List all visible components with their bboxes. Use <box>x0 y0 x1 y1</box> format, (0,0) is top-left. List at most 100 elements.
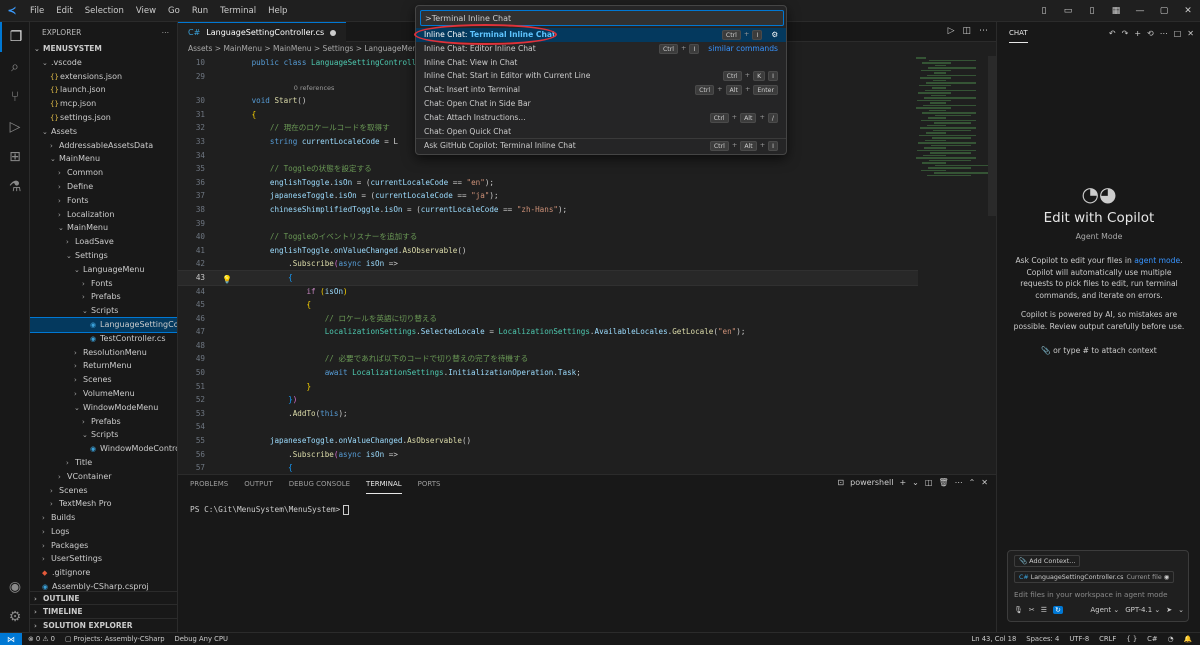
editor-more-icon[interactable]: ⋯ <box>979 26 988 36</box>
menu-terminal[interactable]: Terminal <box>214 0 262 22</box>
code-line[interactable]: 55 japaneseToggle.onValueChanged.AsObser… <box>178 434 918 448</box>
file-item[interactable]: {}settings.json <box>30 111 177 125</box>
cursor-position[interactable]: Ln 43, Col 18 <box>971 635 1016 643</box>
code-line[interactable]: 43 💡 { <box>178 269 918 286</box>
file-item[interactable]: {}mcp.json <box>30 97 177 111</box>
toggle-secondary-sidebar-icon[interactable]: ▯ <box>1080 6 1104 16</box>
folder-item[interactable]: ⌄ Scripts <box>30 304 177 318</box>
code-line[interactable]: 53 .AddTo(this); <box>178 407 918 421</box>
eye-icon[interactable]: ◉ <box>1164 574 1170 581</box>
code-line[interactable]: 56 .Subscribe(async isOn => <box>178 448 918 462</box>
undo-icon[interactable]: ↶ <box>1109 29 1116 38</box>
file-item[interactable]: ◉LanguageSettingControll... <box>30 316 177 333</box>
code-line[interactable]: 52 }) <box>178 393 918 407</box>
folder-item[interactable]: › ReturnMenu <box>30 359 177 373</box>
close-icon[interactable]: ✕ <box>1176 6 1200 16</box>
tab-ports[interactable]: PORTS <box>418 475 441 493</box>
send-options-icon[interactable]: ⌄ <box>1178 606 1184 614</box>
debug-config[interactable]: Debug Any CPU <box>175 635 228 643</box>
unsaved-dot-icon[interactable] <box>330 29 337 36</box>
current-file-chip[interactable]: C# LanguageSettingController.cs Current f… <box>1014 571 1175 583</box>
sidebar-section-outline[interactable]: › OUTLINE <box>30 590 177 605</box>
extensions-icon[interactable]: ⊞ <box>0 142 30 172</box>
folder-item[interactable]: › TextMesh Pro <box>30 497 177 511</box>
agent-mode-link[interactable]: agent mode <box>1134 256 1180 265</box>
chat-close-icon[interactable]: ✕ <box>1187 29 1194 38</box>
customize-layout-icon[interactable]: ▦ <box>1104 6 1128 16</box>
similar-commands-link[interactable]: similar commands <box>708 42 778 56</box>
panel-more-icon[interactable]: ⋯ <box>955 478 963 487</box>
folder-item[interactable]: › Fonts <box>30 277 177 291</box>
maximize-icon[interactable]: ▢ <box>1152 6 1176 16</box>
folder-item[interactable]: ⌄ Scripts <box>30 428 177 442</box>
tools-icon[interactable]: ✂ <box>1029 606 1035 614</box>
split-terminal-icon[interactable]: ◫ <box>925 478 933 487</box>
folder-item[interactable]: › Prefabs <box>30 415 177 429</box>
folder-item[interactable]: › VolumeMenu <box>30 387 177 401</box>
minimap[interactable] <box>916 56 996 216</box>
code-line[interactable]: 38 chineseShimplifiedToggle.isOn = (curr… <box>178 203 918 217</box>
folder-item[interactable]: › VContainer <box>30 470 177 484</box>
terminal[interactable]: PS C:\Git\MenuSystem\MenuSystem> <box>190 505 350 515</box>
code-line[interactable]: 45 { <box>178 298 918 312</box>
code-line[interactable]: 54 <box>178 420 918 434</box>
folder-item[interactable]: › Scenes <box>30 484 177 498</box>
command-item[interactable]: Inline Chat: Terminal Inline Chat Ctrl + I ⚙ <box>416 28 786 42</box>
chat-maximize-icon[interactable]: □ <box>1174 29 1182 38</box>
project-status[interactable]: ▢ Projects: Assembly-CSharp <box>65 635 165 643</box>
folder-item[interactable]: ⌄ Assets <box>30 125 177 139</box>
folder-item[interactable]: ⌄ MENUSYSTEM <box>30 42 177 56</box>
notifications-bell-icon[interactable]: 🔔 <box>1184 635 1192 643</box>
folder-item[interactable]: › AddressableAssetsData <box>30 139 177 153</box>
run-debug-icon[interactable]: ▷ <box>0 112 30 142</box>
menu-selection[interactable]: Selection <box>79 0 130 22</box>
terminal-shell-label[interactable]: powershell <box>850 478 893 487</box>
folder-item[interactable]: ⌄ .vscode <box>30 56 177 70</box>
code-line[interactable]: 49 // 必要であれば以下のコードで切り替えの完了を待機する <box>178 352 918 366</box>
problems-status[interactable]: ⊗ 0 ⚠ 0 <box>28 635 55 643</box>
folder-item[interactable]: ⌄ MainMenu <box>30 221 177 235</box>
sidebar-section-timeline[interactable]: › TIMELINE <box>30 604 177 618</box>
folder-item[interactable]: › ResolutionMenu <box>30 346 177 360</box>
code-line[interactable]: 51 } <box>178 380 918 394</box>
encoding[interactable]: UTF-8 <box>1069 635 1089 643</box>
sidebar-section-solution-explorer[interactable]: › SOLUTION EXPLORER <box>30 618 177 632</box>
send-icon[interactable]: ➤ <box>1166 606 1172 614</box>
command-item[interactable]: Chat: Open Chat in Side Bar <box>416 97 786 111</box>
folder-item[interactable]: › Scenes <box>30 373 177 387</box>
folder-item[interactable]: › Logs <box>30 525 177 539</box>
split-editor-icon[interactable]: ◫ <box>962 26 971 36</box>
close-panel-icon[interactable]: ✕ <box>981 478 988 487</box>
history-icon[interactable]: ⟲ <box>1147 29 1154 38</box>
tab-debug-console[interactable]: DEBUG CONSOLE <box>289 475 350 493</box>
file-item[interactable]: ◉WindowModeController.cs <box>30 442 177 456</box>
command-palette-input[interactable] <box>420 10 784 26</box>
menu-edit[interactable]: Edit <box>50 0 78 22</box>
chat-title[interactable]: CHAT <box>1009 24 1028 43</box>
chat-input[interactable] <box>1014 588 1184 601</box>
folder-item[interactable]: ⌄ Settings <box>30 249 177 263</box>
folder-item[interactable]: ⌄ LanguageMenu <box>30 263 177 277</box>
code-line[interactable]: 39 <box>178 217 918 231</box>
command-item[interactable]: Chat: Insert into Terminal Ctrl + Alt + Enter <box>416 83 786 97</box>
menu-run[interactable]: Run <box>186 0 214 22</box>
menu-file[interactable]: File <box>24 0 50 22</box>
toggle-sidebar-icon[interactable]: ▯ <box>1032 6 1056 16</box>
manage-gear-icon[interactable]: ⚙ <box>0 602 30 632</box>
folder-item[interactable]: › Localization <box>30 208 177 222</box>
folder-item[interactable]: › Prefabs <box>30 290 177 304</box>
account-icon[interactable]: ◉ <box>0 572 30 602</box>
file-item[interactable]: ◉ TestController.cs <box>30 332 177 346</box>
code-line[interactable]: 35 // Toggleの状態を設定する <box>178 162 918 176</box>
toggle-panel-icon[interactable]: ▭ <box>1056 6 1080 16</box>
language-mode[interactable]: C# <box>1147 635 1157 643</box>
refresh-icon[interactable]: ↻ <box>1053 606 1063 614</box>
command-item[interactable]: Chat: Attach Instructions... Ctrl + Alt + / <box>416 111 786 125</box>
list-icon[interactable]: ☰ <box>1041 606 1047 614</box>
line-ending[interactable]: CRLF <box>1099 635 1116 643</box>
explorer-icon[interactable]: ❐ <box>0 22 30 52</box>
remote-icon[interactable]: ⋈ <box>0 632 22 645</box>
agent-dropdown[interactable]: Agent ⌄ <box>1090 606 1119 614</box>
code-line[interactable]: 48 <box>178 339 918 353</box>
more-actions-icon[interactable]: ⋯ <box>162 28 170 37</box>
